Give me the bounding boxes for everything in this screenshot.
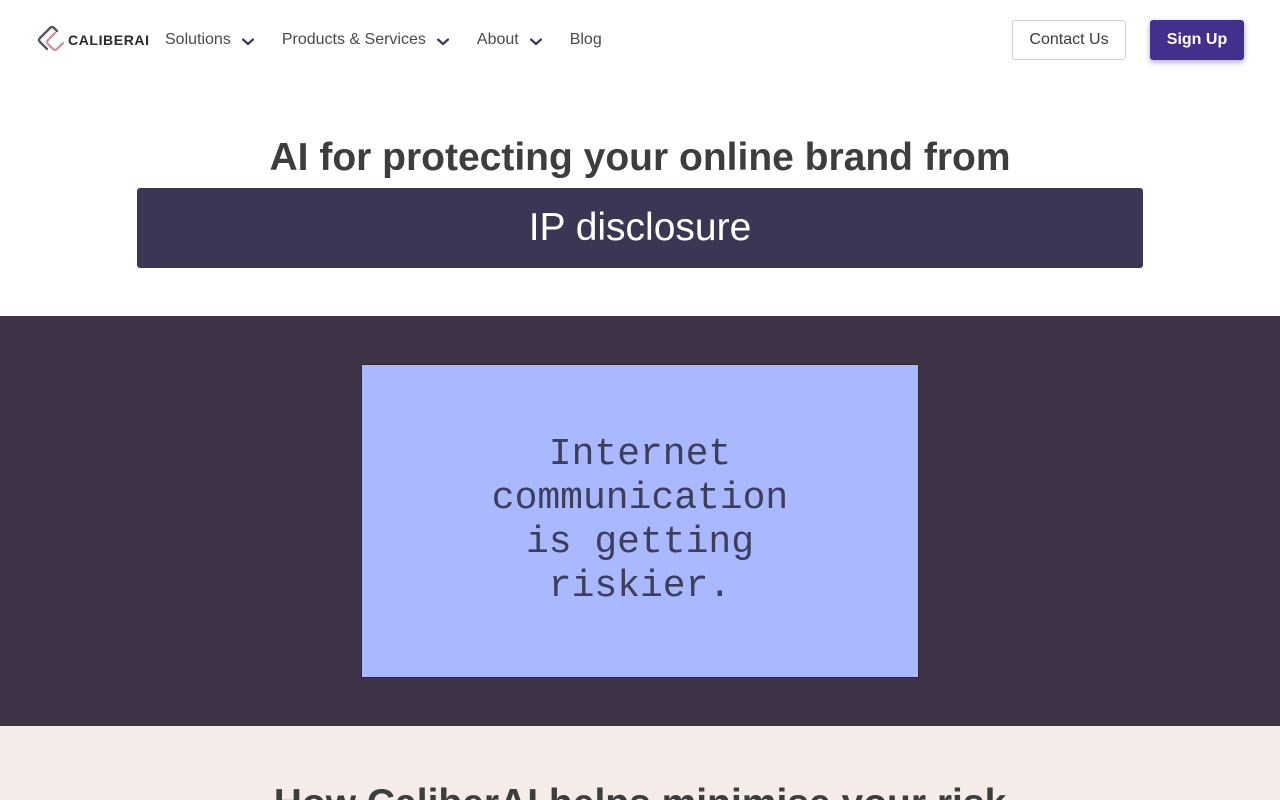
hero-highlight-bar: IP disclosure (137, 188, 1143, 268)
site-header: CALIBERAI Solutions Products & Services … (0, 0, 1280, 80)
main-nav: Solutions Products & Services About Blog (165, 28, 602, 52)
feature-section: Internet communication is getting riskie… (0, 316, 1280, 726)
chevron-down-icon (436, 37, 449, 45)
section-title: How CaliberAI helps minimise your risk (0, 782, 1280, 800)
contact-us-button[interactable]: Contact Us (1012, 20, 1126, 60)
nav-item-solutions[interactable]: Solutions (165, 31, 254, 49)
nav-item-blog[interactable]: Blog (570, 31, 602, 49)
feature-card: Internet communication is getting riskie… (361, 364, 919, 678)
feature-card-text: Internet communication is getting riskie… (491, 433, 789, 608)
brand-logo[interactable]: CALIBERAI (36, 25, 150, 55)
brand-name: CALIBERAI (68, 32, 150, 48)
hero-highlight-text: IP disclosure (528, 206, 752, 249)
chevron-down-icon (529, 37, 542, 45)
sign-up-button[interactable]: Sign Up (1150, 20, 1244, 60)
nav-item-about[interactable]: About (477, 31, 542, 49)
nav-item-label: Products & Services (281, 31, 426, 48)
nav-item-label: Blog (569, 31, 602, 48)
caliberai-logo-icon (37, 25, 65, 52)
hero-title: AI for protecting your online brand from (269, 136, 1011, 179)
how-it-helps-section: How CaliberAI helps minimise your risk (0, 726, 1280, 800)
nav-item-label: About (476, 31, 519, 48)
chevron-down-icon (241, 37, 254, 45)
nav-item-label: Solutions (165, 31, 231, 48)
nav-item-products-services[interactable]: Products & Services (282, 31, 449, 49)
